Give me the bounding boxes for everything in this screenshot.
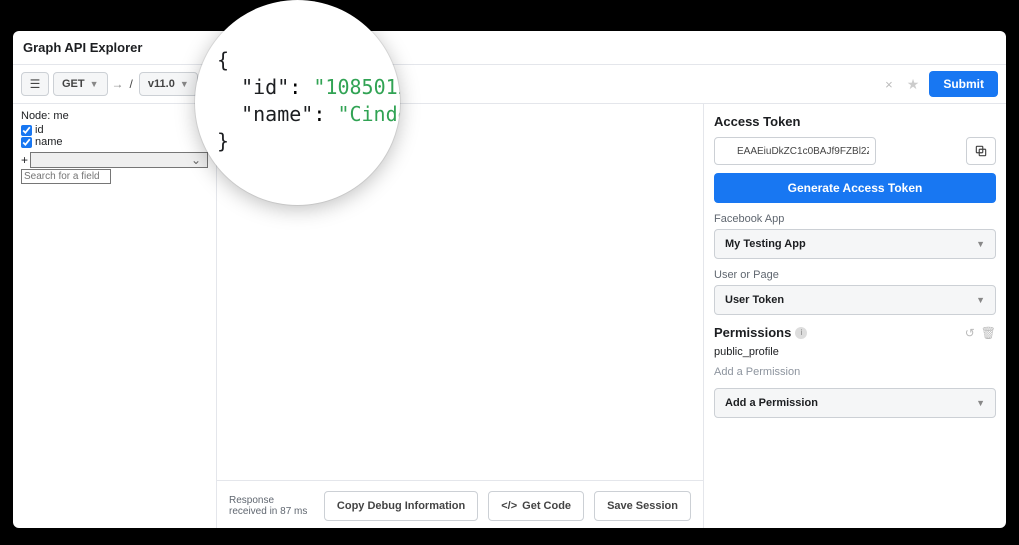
save-session-button[interactable]: Save Session <box>594 491 691 521</box>
arrow-right-icon: → <box>112 77 124 91</box>
page-title: Graph API Explorer <box>13 31 1006 65</box>
response-footer: Response received in 87 ms Copy Debug In… <box>217 480 703 528</box>
facebook-app-value: My Testing App <box>725 238 806 250</box>
submit-button[interactable]: Submit <box>929 71 998 97</box>
version-label: v11.0 <box>148 78 175 90</box>
response-time-text: Response received in 87 ms <box>229 495 314 517</box>
access-token-input[interactable] <box>714 137 876 165</box>
add-permission-select[interactable]: Add a Permission ▼ <box>714 388 996 418</box>
permissions-header: Permissions i ↺ 🗑 <box>714 325 996 340</box>
caret-down-icon: ▼ <box>976 295 985 305</box>
add-permission-hint: Add a Permission <box>714 366 996 378</box>
right-panel: Access Token i Generate Access Token Fac… <box>704 104 1006 528</box>
magnified-json: { "id": "10850128 "name": "Cinder } <box>217 47 400 155</box>
code-icon: </> <box>501 500 517 512</box>
copy-token-button[interactable] <box>966 137 996 165</box>
generate-token-button[interactable]: Generate Access Token <box>714 173 996 203</box>
clear-icon[interactable]: × <box>881 77 897 92</box>
undo-icon[interactable]: ↺ <box>965 326 975 340</box>
field-name-id: id <box>35 124 44 136</box>
magnifier-lens: { "id": "10850128 "name": "Cinder } <box>195 0 400 205</box>
caret-down-icon: ▼ <box>976 398 985 408</box>
fields-sidebar: Node: me id name + ⌄ <box>13 104 216 528</box>
field-name-name: name <box>35 136 63 148</box>
facebook-app-select[interactable]: My Testing App ▼ <box>714 229 996 259</box>
toolbar: ☰ GET ▼ → / v11.0 ▼ / me?fie × ★ Submit <box>13 65 1006 104</box>
caret-down-icon: ▼ <box>976 239 985 249</box>
info-icon[interactable]: i <box>795 327 807 339</box>
permissions-heading: Permissions <box>714 325 791 340</box>
user-page-select[interactable]: User Token ▼ <box>714 285 996 315</box>
get-code-label: Get Code <box>522 500 571 512</box>
caret-down-icon: ▼ <box>180 79 189 89</box>
access-token-heading: Access Token <box>714 114 996 129</box>
copy-debug-button[interactable]: Copy Debug Information <box>324 491 478 521</box>
add-permission-label: Add a Permission <box>725 397 818 409</box>
copy-icon <box>974 144 988 158</box>
star-icon[interactable]: ★ <box>901 76 926 93</box>
permission-item: public_profile <box>714 346 996 358</box>
node-label: Node: me <box>21 110 208 122</box>
method-select[interactable]: GET ▼ <box>53 72 108 96</box>
trash-icon[interactable]: 🗑 <box>981 326 996 340</box>
plus-icon[interactable]: + <box>21 153 28 167</box>
add-field-select[interactable]: ⌄ <box>30 152 208 168</box>
facebook-app-label: Facebook App <box>714 213 996 225</box>
main-area: Node: me id name + ⌄ Response received i… <box>13 104 1006 528</box>
app-window: Graph API Explorer ☰ GET ▼ → / v11.0 ▼ /… <box>13 31 1006 528</box>
add-field-row: + ⌄ <box>21 152 208 168</box>
field-checkbox-name[interactable] <box>21 137 32 148</box>
get-code-button[interactable]: </> Get Code <box>488 491 584 521</box>
version-select[interactable]: v11.0 ▼ <box>139 72 198 96</box>
slash-separator: / <box>128 77 135 91</box>
user-page-value: User Token <box>725 294 784 306</box>
hamburger-menu-icon[interactable]: ☰ <box>21 72 49 96</box>
method-label: GET <box>62 78 85 90</box>
token-row: i <box>714 137 996 165</box>
user-page-label: User or Page <box>714 269 996 281</box>
search-field-input[interactable] <box>21 169 111 184</box>
field-row-name: name <box>21 136 208 148</box>
field-row-id: id <box>21 124 208 136</box>
caret-down-icon: ▼ <box>90 79 99 89</box>
field-checkbox-id[interactable] <box>21 125 32 136</box>
